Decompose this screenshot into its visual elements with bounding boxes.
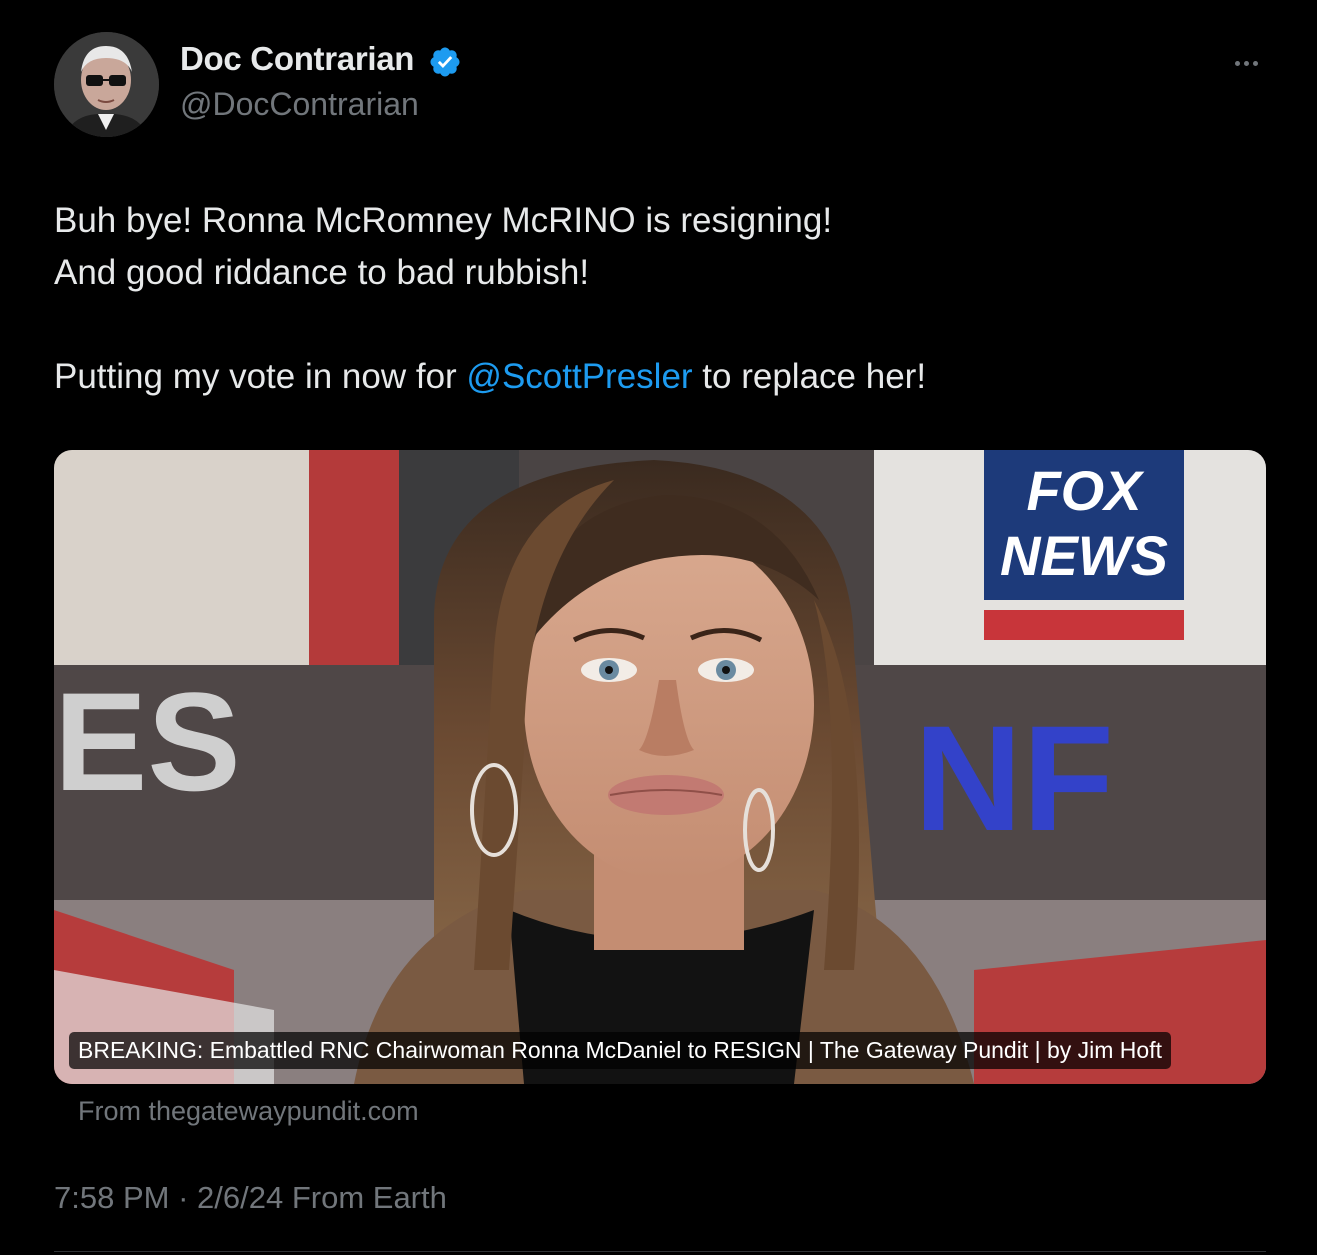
background-letters: ES <box>54 663 241 820</box>
tweet-time[interactable]: 7:58 PM <box>54 1180 169 1215</box>
author-display-name[interactable]: Doc Contrarian <box>180 40 414 78</box>
avatar-photo <box>54 32 159 137</box>
card-source-link[interactable]: From thegatewaypundit.com <box>78 1096 419 1127</box>
background-letters: NF <box>914 694 1114 862</box>
author-avatar[interactable] <box>54 32 159 137</box>
tweet-text-line: Putting my vote in now for @ScottPresler… <box>54 351 1264 403</box>
verified-badge-icon[interactable] <box>428 45 462 79</box>
card-caption[interactable]: BREAKING: Embattled RNC Chairwoman Ronna… <box>69 1032 1171 1069</box>
more-dot <box>1243 60 1249 66</box>
tweet-source: From Earth <box>283 1180 447 1215</box>
card-image: FOX NEWS ES NF <box>54 450 1266 1084</box>
meta-separator: · <box>169 1180 198 1215</box>
mention-link[interactable]: @ScottPresler <box>466 357 692 396</box>
divider <box>54 1251 1266 1252</box>
fox-logo-text: NEWS <box>1000 524 1168 587</box>
more-dot <box>1252 60 1258 66</box>
author-handle[interactable]: @DocContrarian <box>180 86 419 123</box>
tweet-text-segment: Putting my vote in now for <box>54 357 467 396</box>
tweet-text-line: And good riddance to bad rubbish! <box>54 253 590 292</box>
tweet-text-segment: to replace her! <box>692 357 927 396</box>
fox-logo-text: FOX <box>1026 459 1145 522</box>
tweet-date[interactable]: 2/6/24 <box>197 1180 283 1215</box>
more-dot <box>1234 60 1240 66</box>
tweet-text: Buh bye! Ronna McRomney McRINO is resign… <box>54 195 1264 403</box>
tweet-meta: 7:58 PM · 2/6/24 From Earth <box>54 1180 447 1216</box>
tweet-text-line: Buh bye! Ronna McRomney McRINO is resign… <box>54 201 833 240</box>
more-options-icon[interactable] <box>1226 48 1266 78</box>
link-card[interactable]: FOX NEWS ES NF BREAKING: Embattled RNC C… <box>54 450 1266 1084</box>
